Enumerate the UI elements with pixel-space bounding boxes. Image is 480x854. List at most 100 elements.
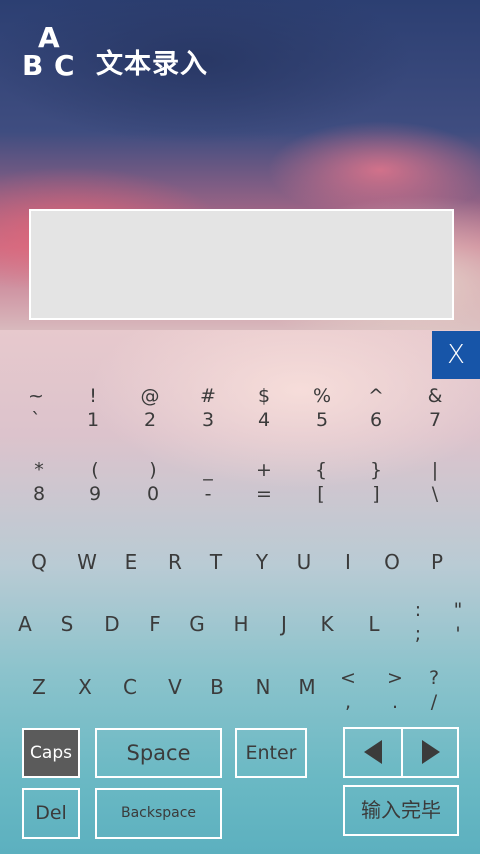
key-t[interactable]: T — [196, 542, 236, 582]
key-l[interactable]: L — [354, 604, 394, 644]
key-lower: 7 — [428, 409, 442, 431]
key-equals[interactable]: + = — [244, 458, 284, 514]
key-upper: < — [340, 667, 356, 689]
key-semicolon[interactable]: :; — [398, 598, 438, 654]
key-7[interactable]: & 7 — [415, 384, 455, 440]
key-z[interactable]: Z — [19, 667, 59, 707]
key-h[interactable]: H — [221, 604, 261, 644]
key-upper: ( — [91, 459, 99, 481]
key-g[interactable]: G — [177, 604, 217, 644]
space-button[interactable]: Space — [95, 728, 222, 778]
key-o[interactable]: O — [372, 542, 412, 582]
key-upper: ! — [89, 385, 97, 407]
key-slash[interactable]: ? / — [414, 666, 454, 722]
delete-button[interactable]: Del — [22, 788, 80, 839]
key-lower: = — [256, 483, 272, 505]
logo-letter-b: B — [22, 49, 44, 82]
key-p[interactable]: P — [417, 542, 457, 582]
key-lower: . — [391, 691, 399, 713]
key-lower: 0 — [146, 483, 160, 505]
key-v[interactable]: V — [155, 667, 195, 707]
enter-button[interactable]: Enter — [235, 728, 307, 778]
key-lower: 3 — [201, 409, 215, 431]
key-upper: " — [453, 599, 463, 621]
key-lower: / — [430, 691, 438, 713]
key-lower: ' — [455, 623, 461, 645]
key-upper: | — [431, 459, 439, 481]
cursor-left-button[interactable] — [345, 729, 401, 777]
key-3[interactable]: #3 — [188, 384, 228, 440]
key-m[interactable]: M — [287, 667, 327, 707]
key-backslash[interactable]: | \ — [415, 458, 455, 514]
key-upper: * — [34, 459, 44, 481]
key-lower: , — [344, 691, 352, 713]
key-1[interactable]: ! 1 — [73, 384, 113, 440]
key-backtick[interactable]: ~ ` — [16, 384, 56, 440]
key-n[interactable]: N — [243, 667, 283, 707]
key-upper: ^ — [368, 385, 384, 407]
key-upper: @ — [140, 385, 160, 407]
key-c[interactable]: C — [110, 667, 150, 707]
key-u[interactable]: U — [284, 542, 324, 582]
key-upper: : — [414, 599, 422, 621]
key-2[interactable]: @2 — [130, 384, 170, 440]
key-lower: 2 — [143, 409, 157, 431]
key-4[interactable]: $4 — [244, 384, 284, 440]
key-j[interactable]: J — [264, 604, 304, 644]
key-w[interactable]: W — [67, 542, 107, 582]
key-lower: 8 — [32, 483, 46, 505]
key-upper: _ — [203, 459, 213, 481]
page-title: 文本录入 — [96, 49, 208, 80]
cursor-arrows — [343, 727, 459, 778]
key-upper: # — [200, 385, 216, 407]
key-8[interactable]: * 8 — [19, 458, 59, 514]
input-done-button[interactable]: 输入完毕 — [343, 785, 459, 836]
key-upper: ? — [428, 667, 440, 689]
key-lower: [ — [317, 483, 325, 505]
caps-lock-button[interactable]: Caps — [22, 728, 80, 778]
key-r[interactable]: R — [155, 542, 195, 582]
backspace-button[interactable]: Backspace — [95, 788, 222, 839]
logo-letter-a: A — [38, 21, 60, 54]
key-lower: 4 — [257, 409, 271, 431]
key-q[interactable]: Q — [19, 542, 59, 582]
key-upper: { — [314, 459, 328, 481]
key-left-bracket[interactable]: {[ — [301, 458, 341, 514]
text-input-area[interactable] — [29, 209, 454, 320]
key-lower: \ — [431, 483, 439, 505]
key-lower: 9 — [88, 483, 102, 505]
key-k[interactable]: K — [307, 604, 347, 644]
key-6[interactable]: ^ 6 — [356, 384, 396, 440]
abc-logo-icon: A B C — [22, 24, 84, 84]
key-s[interactable]: S — [47, 604, 87, 644]
key-a[interactable]: A — [5, 604, 45, 644]
key-d[interactable]: D — [92, 604, 132, 644]
key-minus[interactable]: _ - — [188, 458, 228, 514]
key-y[interactable]: Y — [242, 542, 282, 582]
key-lower: ; — [414, 623, 422, 645]
key-upper: + — [256, 459, 272, 481]
key-lower: ] — [372, 483, 380, 505]
key-right-bracket[interactable]: }] — [356, 458, 396, 514]
key-9[interactable]: (9 — [75, 458, 115, 514]
key-i[interactable]: I — [328, 542, 368, 582]
key-x[interactable]: X — [65, 667, 105, 707]
key-upper: ~ — [28, 385, 44, 407]
key-period[interactable]: >. — [375, 666, 415, 722]
key-b[interactable]: B — [197, 667, 237, 707]
key-5[interactable]: % 5 — [302, 384, 342, 440]
logo-letter-c: C — [54, 49, 75, 82]
cursor-right-button[interactable] — [403, 729, 459, 777]
key-lower: ` — [31, 409, 41, 431]
key-e[interactable]: E — [111, 542, 151, 582]
key-upper: ) — [149, 459, 157, 481]
key-upper: > — [387, 667, 403, 689]
key-f[interactable]: F — [135, 604, 175, 644]
key-quote[interactable]: " ' — [438, 598, 478, 654]
key-0[interactable]: ) 0 — [133, 458, 173, 514]
close-keyboard-button[interactable]: X — [432, 331, 480, 379]
key-upper: $ — [257, 385, 271, 407]
key-lower: 1 — [86, 409, 100, 431]
key-upper: & — [427, 385, 443, 407]
key-comma[interactable]: <, — [328, 666, 368, 722]
